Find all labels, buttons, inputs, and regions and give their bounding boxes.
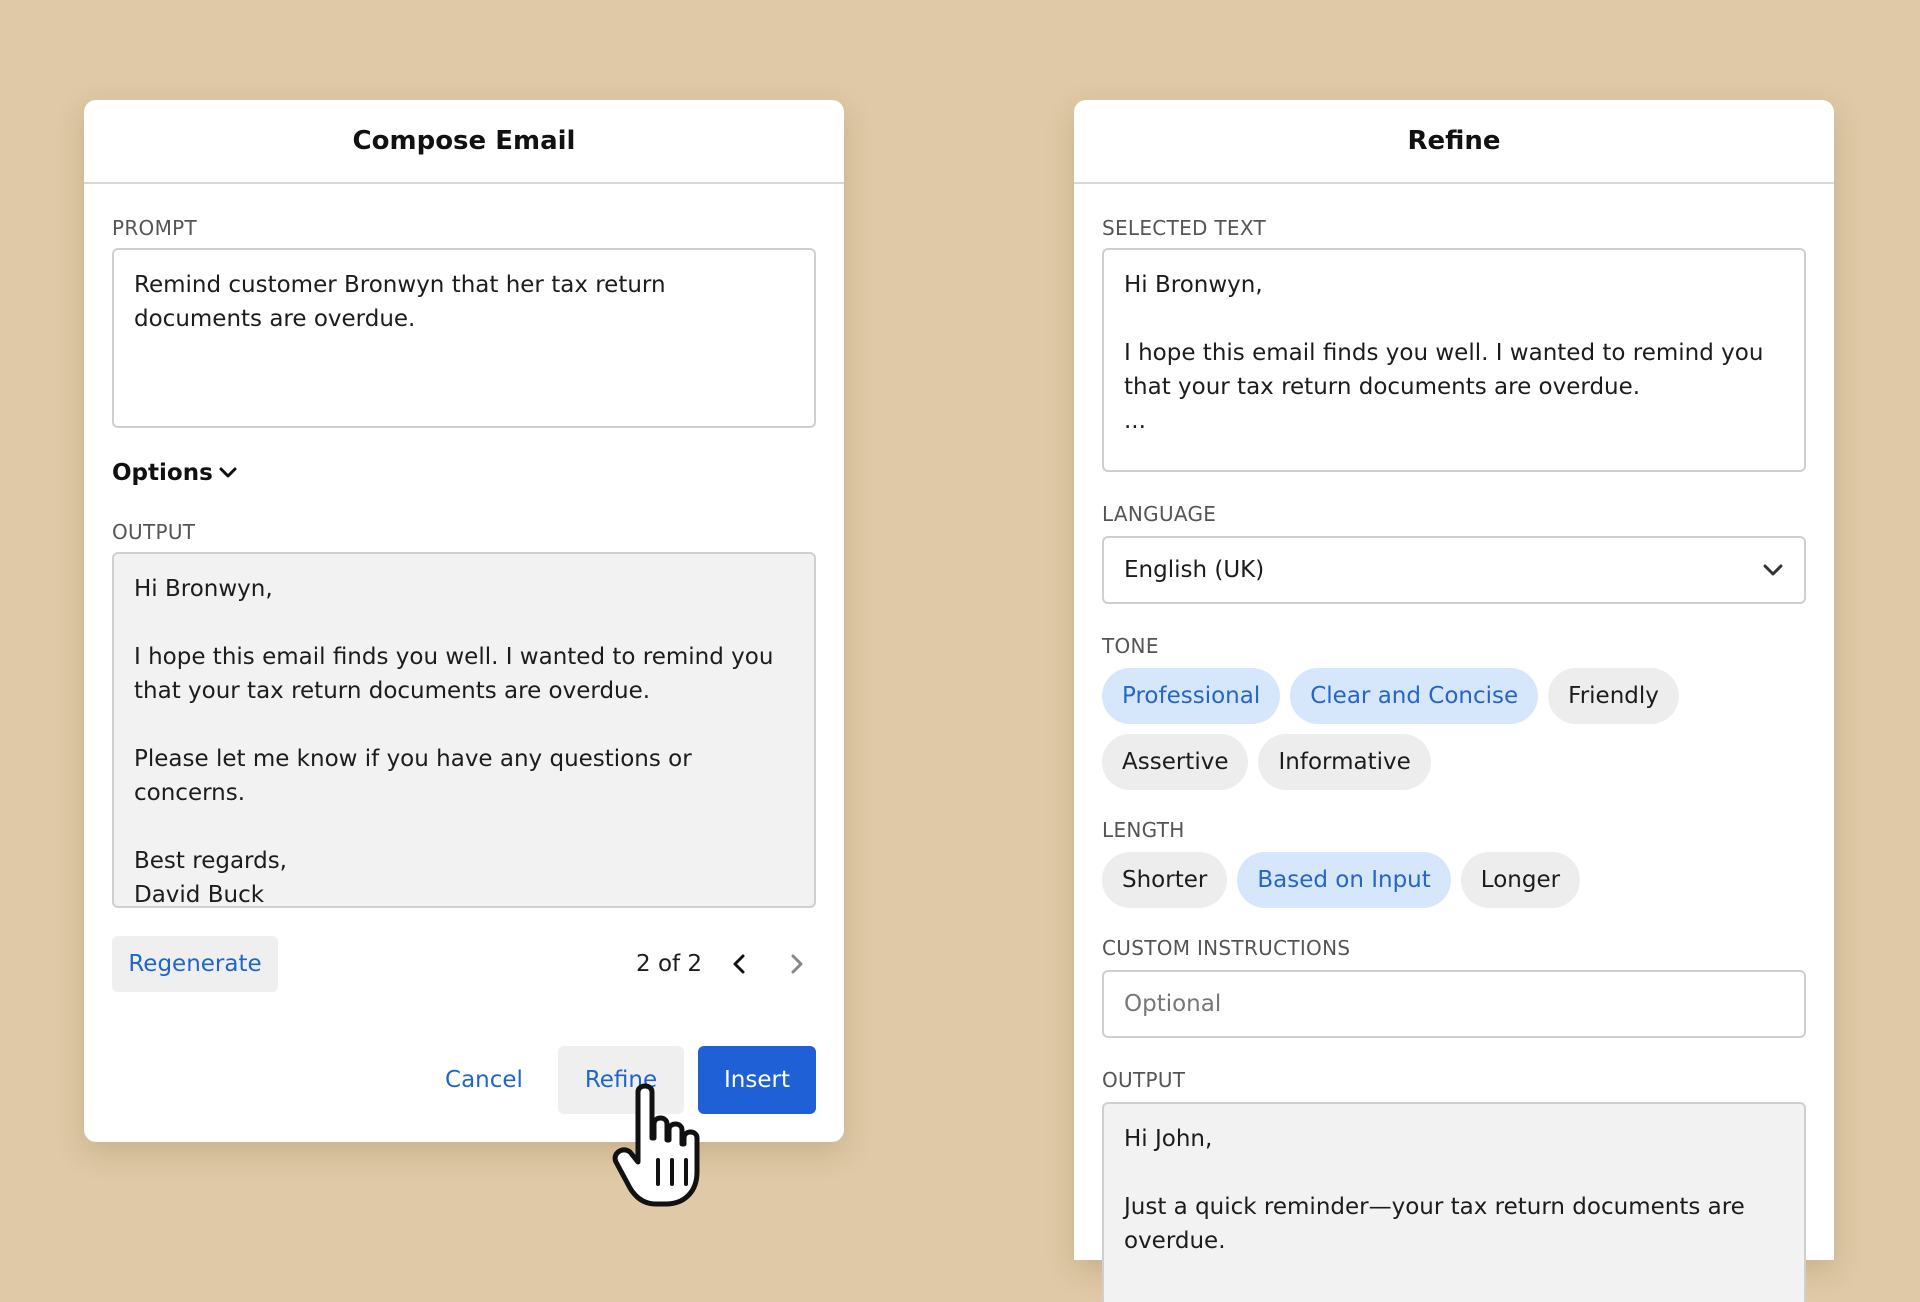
pagination: 2 of 2 [636, 936, 816, 992]
selected-text-label: SELECTED TEXT [1102, 216, 1267, 240]
tone-label: TONE [1102, 634, 1159, 658]
tone-chips: Professional Clear and Concise Friendly … [1102, 668, 1806, 790]
tone-chip-friendly[interactable]: Friendly [1548, 668, 1679, 724]
refine-output-label: OUTPUT [1102, 1068, 1186, 1092]
language-value: English (UK) [1124, 557, 1265, 583]
tone-chip-professional[interactable]: Professional [1102, 668, 1281, 724]
length-label: LENGTH [1102, 818, 1185, 842]
compose-title: Compose Email [84, 100, 844, 184]
length-chip-shorter[interactable]: Shorter [1102, 852, 1228, 908]
custom-instructions-label: CUSTOM INSTRUCTIONS [1102, 936, 1351, 960]
chevron-down-icon [1763, 564, 1783, 576]
options-label: Options [112, 460, 213, 486]
refine-dialog: Refine SELECTED TEXT Hi Bronwyn, I hope … [1074, 100, 1834, 1302]
prompt-input[interactable]: Remind customer Bronwyn that her tax ret… [112, 248, 816, 428]
language-label: LANGUAGE [1102, 502, 1217, 526]
hand-pointer-icon [612, 1083, 700, 1207]
length-chip-longer[interactable]: Longer [1460, 852, 1581, 908]
compose-email-dialog: Compose Email PROMPT Remind customer Bro… [84, 100, 844, 1142]
tone-chip-informative[interactable]: Informative [1258, 734, 1431, 790]
output-text[interactable]: Hi Bronwyn, I hope this email finds you … [112, 552, 816, 908]
prompt-label: PROMPT [112, 216, 198, 240]
cancel-button[interactable]: Cancel [424, 1046, 544, 1114]
length-chips: Shorter Based on Input Longer [1102, 852, 1806, 908]
language-select[interactable]: English (UK) [1102, 536, 1806, 604]
output-label: OUTPUT [112, 520, 196, 544]
selected-text-box[interactable]: Hi Bronwyn, I hope this email finds you … [1102, 248, 1806, 472]
length-chip-based-on-input[interactable]: Based on Input [1237, 852, 1451, 908]
regenerate-button[interactable]: Regenerate [112, 936, 278, 992]
tone-chip-clear-and-concise[interactable]: Clear and Concise [1290, 668, 1539, 724]
custom-instructions-input[interactable]: Optional [1102, 970, 1806, 1038]
chevron-right-icon[interactable] [776, 944, 816, 984]
refine-title: Refine [1074, 100, 1834, 184]
chevron-down-icon [219, 467, 237, 478]
tone-chip-assertive[interactable]: Assertive [1102, 734, 1249, 790]
chevron-left-icon[interactable] [720, 944, 760, 984]
refine-output-text[interactable]: Hi John, Just a quick reminder—your tax … [1102, 1102, 1806, 1302]
options-toggle[interactable]: Options [112, 460, 237, 486]
pager-text: 2 of 2 [636, 951, 703, 977]
